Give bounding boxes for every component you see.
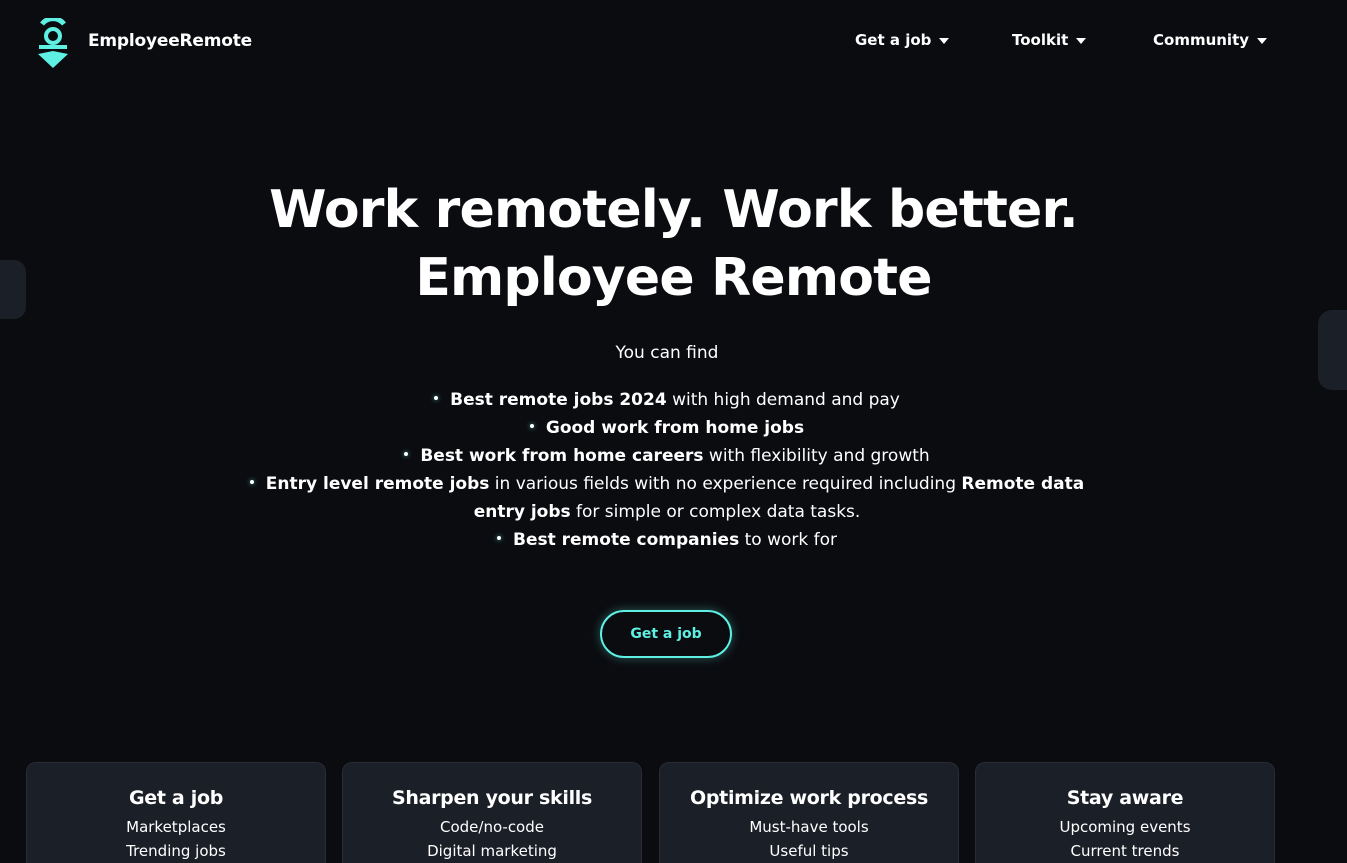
caret-down-icon [1076, 38, 1087, 44]
card-link[interactable]: Current trends [976, 841, 1274, 861]
card-link[interactable]: Upcoming events [976, 817, 1274, 837]
list-item-text: in various fields with no experience req… [489, 474, 962, 494]
card-get-a-job[interactable]: Get a job Marketplaces Trending jobs [26, 762, 326, 863]
list-item: Best remote jobs 2024 with high demand a… [240, 386, 1094, 414]
list-item: Best remote companies to work for [240, 526, 1094, 554]
caret-down-icon [939, 38, 950, 44]
nav-get-a-job[interactable]: Get a job [855, 31, 950, 49]
brand-name[interactable]: EmployeeRemote [88, 31, 252, 51]
bullet-dot-icon [529, 424, 534, 428]
card-link[interactable]: Code/no-code [343, 817, 641, 837]
card-link[interactable]: Digital marketing [343, 841, 641, 861]
card-title: Sharpen your skills [391, 787, 593, 809]
card-title: Get a job [128, 787, 224, 809]
nav-label: Community [1153, 31, 1250, 49]
bullet-dot-icon [404, 452, 409, 456]
card-optimize-work[interactable]: Optimize work process Must-have tools Us… [659, 762, 959, 863]
list-item: Best work from home careers with flexibi… [240, 442, 1094, 470]
card-link[interactable]: Trending jobs [27, 841, 325, 861]
list-item-bold: Best remote jobs 2024 [450, 390, 667, 410]
nav-toolkit[interactable]: Toolkit [1012, 31, 1087, 49]
card-title: Optimize work process [690, 787, 928, 809]
caret-down-icon [1257, 38, 1268, 44]
list-item-text: to work for [739, 530, 838, 550]
list-item: Entry level remote jobs in various field… [240, 470, 1094, 526]
card-sharpen-skills[interactable]: Sharpen your skills Code/no-code Digital… [342, 762, 642, 863]
bullet-dot-icon [496, 536, 501, 540]
nav-label: Toolkit [1012, 31, 1069, 49]
feature-list: Best remote jobs 2024 with high demand a… [240, 386, 1094, 554]
card-title: Stay aware [1066, 787, 1184, 809]
list-item-text-2: for simple or complex data tasks. [570, 502, 861, 522]
card-link[interactable]: Must-have tools [660, 817, 958, 837]
nav-label: Get a job [855, 31, 932, 49]
list-item-bold: Best work from home careers [420, 446, 704, 466]
bullet-dot-icon [249, 480, 254, 484]
get-a-job-button[interactable]: Get a job [600, 610, 732, 658]
bullet-dot-icon [434, 396, 439, 400]
nav-community[interactable]: Community [1153, 31, 1268, 49]
list-item-bold: Entry level remote jobs [265, 474, 490, 494]
list-item: Good work from home jobs [240, 414, 1094, 442]
employee-remote-logo-icon[interactable] [36, 18, 70, 70]
card-link[interactable]: Marketplaces [27, 817, 325, 837]
hero-title-line1: Work remotely. Work better. [269, 180, 1079, 240]
site-header: EmployeeRemote Get a job Toolkit Communi… [0, 0, 1347, 86]
hero-intro: You can find [615, 343, 719, 363]
list-item-bold: Good work from home jobs [545, 418, 805, 438]
hero-title: Work remotely. Work better. Employee Rem… [0, 176, 1347, 312]
list-item-bold: Best remote companies [512, 530, 740, 550]
list-item-text: with flexibility and growth [703, 446, 930, 466]
card-link[interactable]: Useful tips [660, 841, 958, 861]
list-item-text: with high demand and pay [666, 390, 900, 410]
card-stay-aware[interactable]: Stay aware Upcoming events Current trend… [975, 762, 1275, 863]
hero-title-line2: Employee Remote [415, 248, 932, 308]
